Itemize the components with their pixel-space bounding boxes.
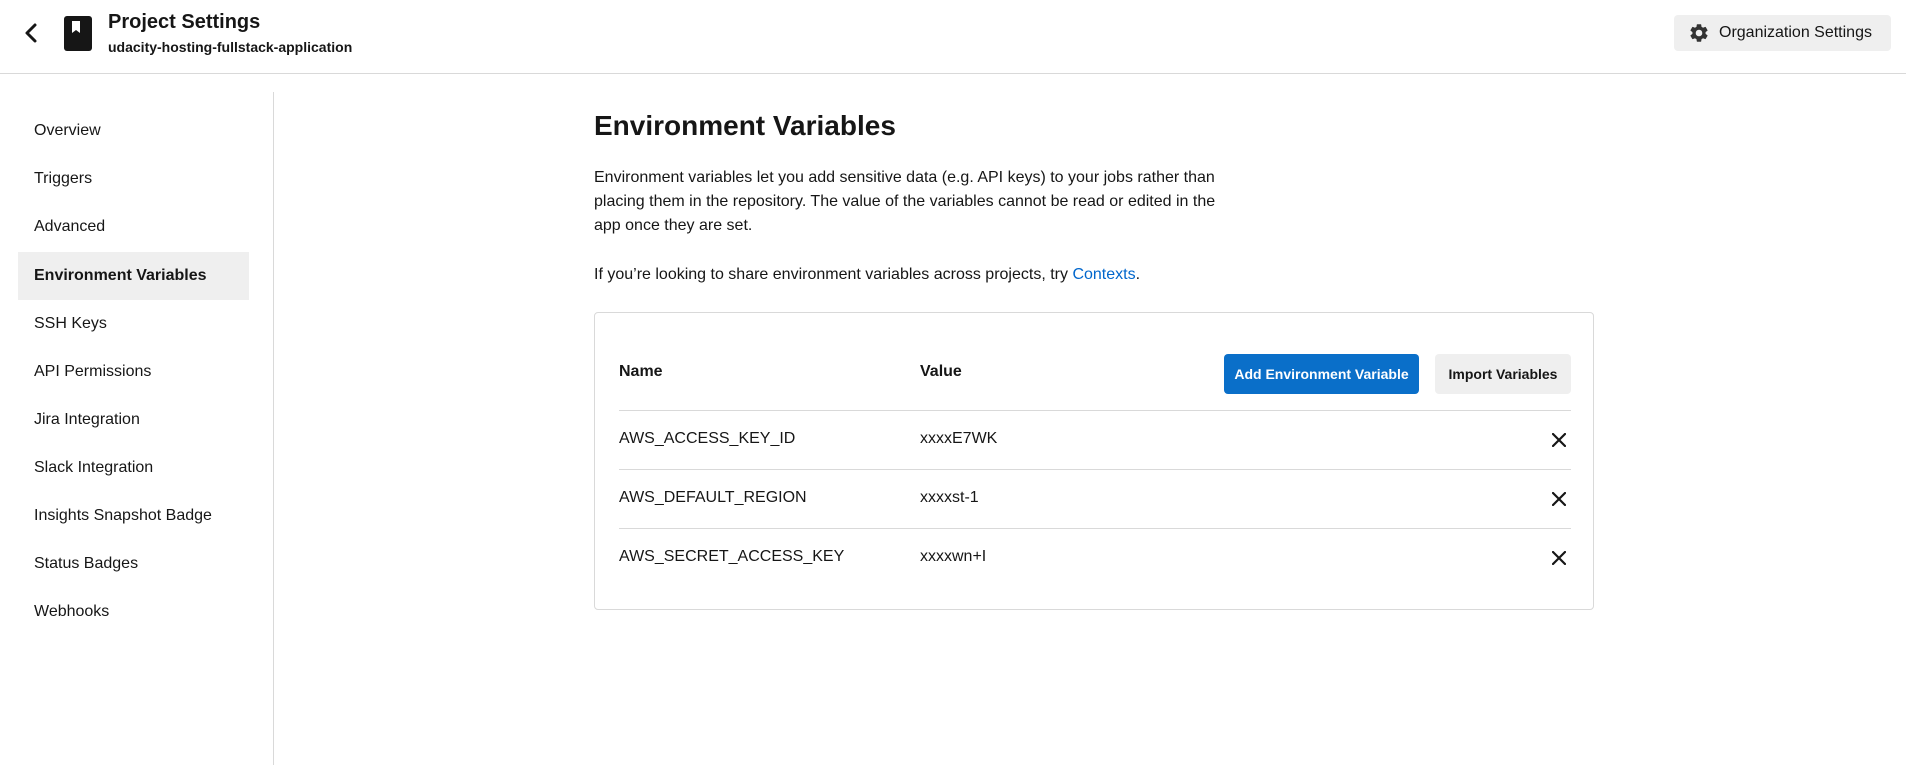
delete-variable-button[interactable] [1547,487,1571,511]
sidebar-item-advanced[interactable]: Advanced [18,203,249,251]
contexts-hint-suffix: . [1135,266,1141,283]
close-icon [1552,551,1566,565]
close-icon [1552,433,1566,447]
chevron-left-icon [25,23,37,43]
sidebar-item-api-permissions[interactable]: API Permissions [18,348,249,396]
sidebar-item-environment-variables[interactable]: Environment Variables [18,252,249,300]
gear-icon [1690,24,1708,42]
sidebar-item-insights-snapshot-badge[interactable]: Insights Snapshot Badge [18,492,249,540]
variable-value: xxxxE7WK [920,430,998,447]
variable-name: AWS_ACCESS_KEY_ID [619,430,796,447]
contexts-link[interactable]: Contexts [1072,266,1135,283]
organization-settings-label: Organization Settings [1719,24,1872,41]
sidebar-item-ssh-keys[interactable]: SSH Keys [18,300,249,348]
delete-variable-button[interactable] [1547,428,1571,452]
table-row: AWS_SECRET_ACCESS_KEY xxxxwn+I [619,528,1571,587]
import-variables-button[interactable]: Import Variables [1435,354,1571,394]
sidebar-item-slack-integration[interactable]: Slack Integration [18,444,249,492]
table-row: AWS_ACCESS_KEY_ID xxxxE7WK [619,410,1571,469]
section-description: Environment variables let you add sensit… [594,169,1216,234]
sidebar-item-status-badges[interactable]: Status Badges [18,540,249,588]
back-button[interactable] [18,20,44,46]
sidebar-item-triggers[interactable]: Triggers [18,155,249,203]
add-environment-variable-button[interactable]: Add Environment Variable [1224,354,1419,394]
close-icon [1552,492,1566,506]
variable-name: AWS_DEFAULT_REGION [619,489,807,506]
bookmark-icon [64,16,92,51]
variable-value: xxxxwn+I [920,548,987,565]
column-header-value: Value [920,363,962,380]
table-row: AWS_DEFAULT_REGION xxxxst-1 [619,469,1571,528]
delete-variable-button[interactable] [1547,546,1571,570]
variable-name: AWS_SECRET_ACCESS_KEY [619,548,845,565]
organization-settings-button[interactable]: Organization Settings [1674,15,1891,51]
top-header: Project Settings udacity-hosting-fullsta… [0,0,1906,74]
contexts-hint-text: If you’re looking to share environment v… [594,266,1073,283]
sidebar-item-overview[interactable]: Overview [18,107,249,155]
section-heading: Environment Variables [594,110,896,141]
contexts-hint: If you’re looking to share environment v… [594,263,1234,287]
variable-value: xxxxst-1 [920,489,979,506]
sidebar-item-jira-integration[interactable]: Jira Integration [18,396,249,444]
column-header-name: Name [619,363,663,380]
project-name: udacity-hosting-fullstack-application [108,39,353,55]
sidebar-item-webhooks[interactable]: Webhooks [18,588,249,636]
env-vars-table-card: Name Value Add Environment Variable Impo… [594,312,1594,610]
page-title: Project Settings [108,11,261,33]
settings-sidebar: Overview Triggers Advanced Environment V… [0,92,274,765]
